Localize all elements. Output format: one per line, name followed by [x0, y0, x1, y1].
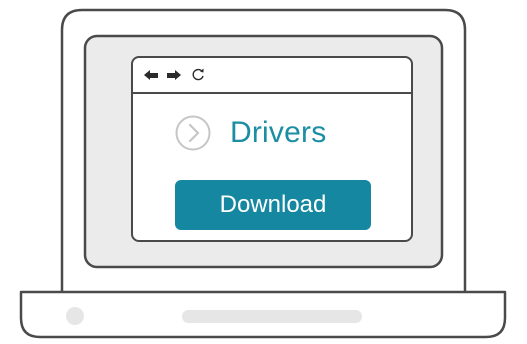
trackpad-slot — [182, 310, 362, 323]
forward-arrow-icon[interactable] — [167, 69, 181, 81]
browser-toolbar — [133, 58, 411, 94]
chevron-right-circle-icon — [175, 115, 211, 151]
power-light-icon — [66, 307, 84, 325]
back-arrow-icon[interactable] — [144, 69, 158, 81]
refresh-icon[interactable] — [191, 66, 205, 82]
laptop-illustration: Drivers Download — [0, 0, 527, 344]
drivers-title: Drivers — [230, 116, 327, 149]
download-button[interactable]: Download — [175, 180, 371, 230]
browser-window: Drivers Download — [131, 56, 413, 242]
